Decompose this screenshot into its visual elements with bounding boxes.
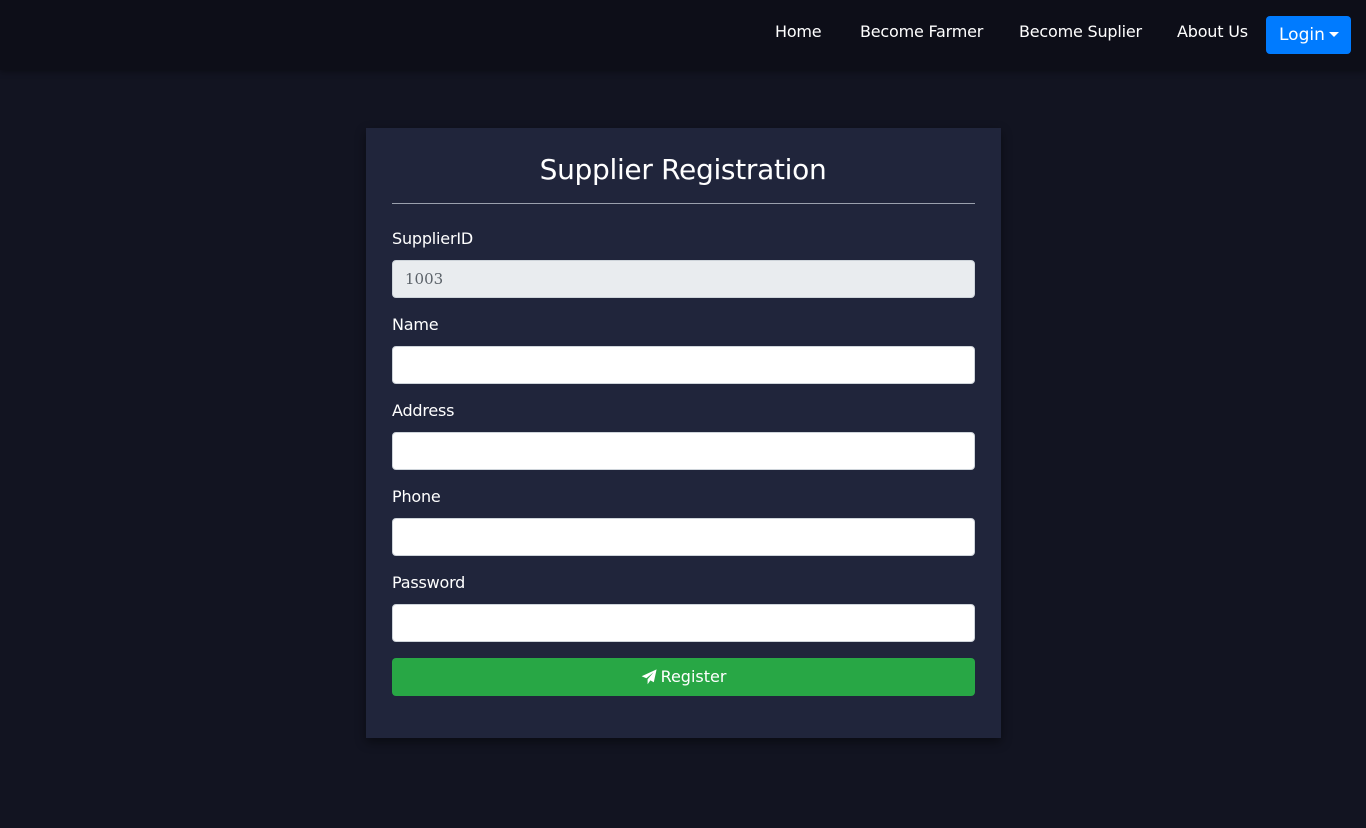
register-button-label: Register	[660, 667, 727, 686]
caret-down-icon	[1329, 32, 1339, 37]
name-label: Name	[392, 315, 439, 334]
address-input[interactable]	[392, 432, 975, 470]
navbar: Home Become Farmer Become Suplier About …	[0, 0, 1366, 70]
login-button-label: Login	[1279, 25, 1325, 45]
title-divider	[392, 203, 975, 204]
paper-plane-icon	[641, 669, 657, 685]
login-dropdown-button[interactable]: Login	[1266, 16, 1351, 54]
nav-link-become-supplier[interactable]: Become Suplier	[1019, 22, 1142, 42]
phone-label: Phone	[392, 487, 441, 506]
supplier-id-label: SupplierID	[392, 229, 473, 248]
nav-link-home[interactable]: Home	[775, 22, 822, 42]
form-title: Supplier Registration	[539, 153, 827, 186]
nav-link-become-farmer[interactable]: Become Farmer	[860, 22, 983, 42]
supplier-id-input[interactable]	[392, 260, 975, 298]
address-label: Address	[392, 401, 455, 420]
nav-link-about-us[interactable]: About Us	[1177, 22, 1248, 42]
password-input[interactable]	[392, 604, 975, 642]
phone-input[interactable]	[392, 518, 975, 556]
name-input[interactable]	[392, 346, 975, 384]
password-label: Password	[392, 573, 466, 592]
register-button[interactable]: Register	[392, 658, 975, 696]
